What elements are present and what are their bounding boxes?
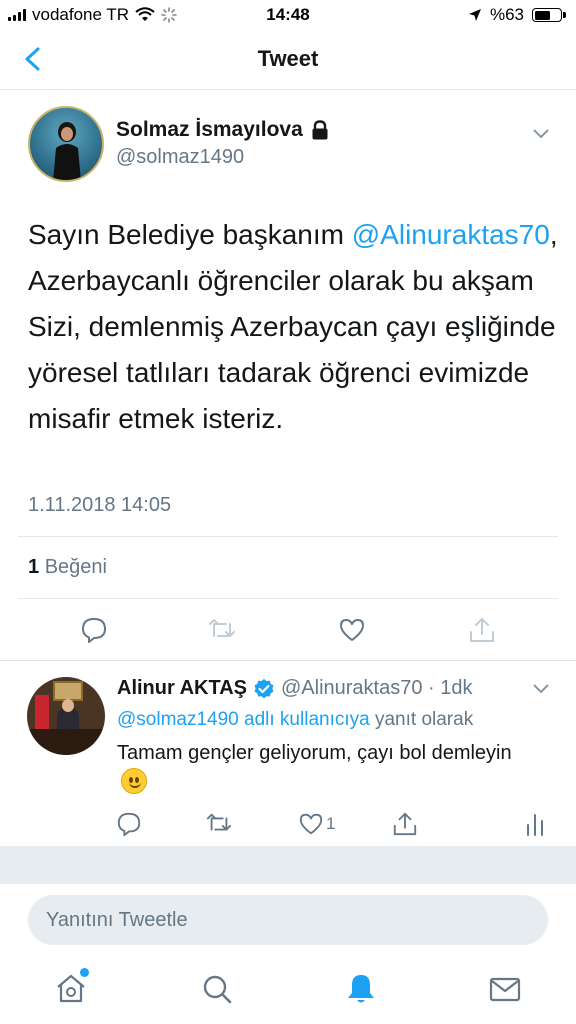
- reply-text-content: Tamam gençler geliyorum, çayı bol demley…: [117, 742, 512, 764]
- tweet-timestamp: 1.11.2018 14:05: [28, 494, 172, 516]
- avatar[interactable]: [27, 677, 105, 755]
- share-icon[interactable]: [392, 811, 418, 837]
- divider: [18, 598, 558, 599]
- verified-badge-icon: [254, 678, 274, 698]
- reply-text: Tamam gençler geliyorum, çayı bol demley…: [117, 739, 537, 797]
- home-icon[interactable]: [54, 972, 88, 1006]
- author-handle[interactable]: @solmaz1490: [116, 146, 244, 169]
- reply-composer[interactable]: [28, 895, 548, 945]
- avatar[interactable]: [28, 106, 104, 182]
- person-figure: [53, 122, 81, 180]
- chevron-down-icon[interactable]: [532, 128, 550, 140]
- likes-summary[interactable]: 1 Beğeni: [28, 556, 107, 579]
- reply-to-mention[interactable]: @solmaz1490 adlı kullanıcıya: [117, 709, 370, 730]
- status-right-group: %63: [468, 5, 566, 25]
- divider: [18, 536, 558, 537]
- notifications-icon[interactable]: [344, 972, 378, 1006]
- reply-tweet[interactable]: Alinur AKTAŞ @Alinuraktas70 · 1dk @solma…: [0, 660, 576, 846]
- desk: [27, 729, 105, 755]
- reply-icon[interactable]: [80, 616, 108, 644]
- reply-meta: @Alinuraktas70 · 1dk: [281, 677, 473, 699]
- tweet-text-part2: , Azerbaycanlı öğrenciler olarak bu akşa…: [28, 219, 558, 434]
- tweet-text: Sayın Belediye başkanım @Alinuraktas70, …: [28, 212, 558, 442]
- likes-label: Beğeni: [44, 556, 107, 578]
- person-head: [62, 699, 74, 712]
- chevron-down-icon[interactable]: [532, 683, 550, 695]
- retweet-icon[interactable]: [208, 616, 236, 644]
- lock-icon: [312, 120, 328, 140]
- status-bar: vodafone TR 14:48 %63: [0, 0, 576, 30]
- nav-bar: Tweet: [0, 30, 576, 90]
- mention-link[interactable]: @Alinuraktas70: [352, 219, 550, 250]
- portrait-frame: [53, 681, 83, 701]
- author-name[interactable]: Solmaz İsmayılova: [116, 118, 329, 142]
- reply-to-suffix: yanıt olarak: [369, 709, 474, 730]
- messages-icon[interactable]: [488, 972, 522, 1006]
- analytics-icon[interactable]: [522, 811, 548, 837]
- like-count: 1: [326, 814, 336, 833]
- reply-input[interactable]: [28, 895, 548, 945]
- reply-actions: 1: [0, 811, 576, 841]
- share-icon[interactable]: [468, 616, 496, 644]
- tweet-text-part1: Sayın Belediye başkanım: [28, 219, 352, 250]
- page-title: Tweet: [257, 46, 319, 71]
- reply-header: Alinur AKTAŞ @Alinuraktas70 · 1dk: [117, 677, 473, 700]
- author-name-text: Solmaz İsmayılova: [116, 118, 303, 141]
- heart-icon[interactable]: [338, 616, 366, 644]
- reply-context: @solmaz1490 adlı kullanıcıya yanıt olara…: [117, 709, 473, 731]
- home-notification-dot: [80, 968, 89, 977]
- search-icon[interactable]: [200, 972, 234, 1006]
- battery-icon: [532, 8, 566, 22]
- separator-band: [0, 846, 576, 884]
- battery-percent: %63: [489, 5, 524, 24]
- reply-author-name[interactable]: Alinur AKTAŞ: [117, 677, 247, 700]
- location-icon: [468, 9, 481, 21]
- retweet-icon[interactable]: [206, 811, 232, 837]
- smile-emoji-icon: [121, 768, 147, 794]
- heart-icon[interactable]: [298, 811, 324, 837]
- likes-count: 1: [28, 556, 40, 578]
- tweet-actions: [0, 610, 576, 650]
- reply-icon[interactable]: [116, 811, 142, 837]
